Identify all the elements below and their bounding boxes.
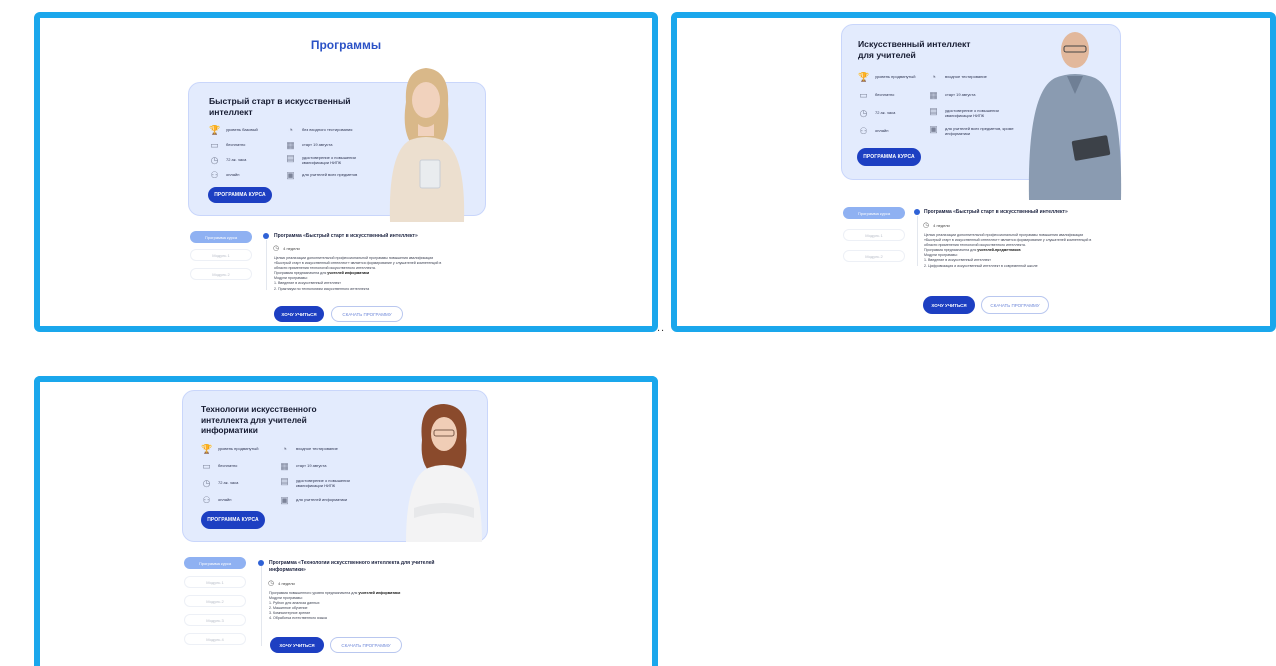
program-description: Целью реализации дополнительной професси… bbox=[924, 233, 1092, 268]
timeline-dot bbox=[258, 560, 264, 566]
program-title: Программа «Быстрый старт в искусственный… bbox=[924, 209, 1068, 215]
timeline-dot bbox=[263, 233, 269, 239]
course-title: Технологии искусственного интеллекта для… bbox=[201, 404, 317, 435]
feature-start: ▦ старт 19 августа bbox=[280, 461, 327, 471]
wallet-icon: ▭ bbox=[202, 461, 211, 471]
timeline-dot bbox=[914, 209, 920, 215]
group-icon: ⚇ bbox=[210, 170, 219, 180]
separator: .. bbox=[657, 322, 666, 334]
tab-program[interactable]: Программа курса bbox=[843, 207, 905, 219]
feature-hours: ◷ 72 ак. часа bbox=[202, 478, 239, 488]
teacher-photo bbox=[389, 68, 465, 222]
certificate-icon: ▤ bbox=[286, 153, 295, 163]
timeline-line bbox=[266, 240, 267, 290]
feature-certificate: ▤ удостоверение о повышении квалификации … bbox=[286, 153, 356, 165]
teacher-photo bbox=[1028, 32, 1122, 200]
trophy-icon: 🏆 bbox=[858, 72, 870, 82]
clock-icon: ◷ bbox=[273, 245, 280, 252]
calendar-icon: ▦ bbox=[929, 90, 938, 100]
program-course-button[interactable]: ПРОГРАММА КУРСА bbox=[208, 187, 272, 203]
tab-module-1[interactable]: Модуль 1 bbox=[184, 576, 246, 588]
program-title: Программа «Быстрый старт в искусственный… bbox=[274, 233, 418, 239]
signal-icon: ◔ bbox=[281, 444, 288, 454]
want-to-study-button[interactable]: ХОЧУ УЧИТЬСЯ bbox=[923, 296, 975, 314]
feature-level: 🏆 уровень продвинутый bbox=[201, 444, 259, 454]
calendar-icon: ▦ bbox=[286, 140, 295, 150]
duration: ◷ 4 недели bbox=[273, 245, 300, 252]
clock-icon: ◷ bbox=[210, 155, 219, 165]
group-icon: ⚇ bbox=[859, 126, 868, 136]
feature-testing: ◔ без входного тестирования bbox=[285, 125, 374, 136]
wallet-icon: ▭ bbox=[210, 140, 219, 150]
signal-icon: ◔ bbox=[930, 72, 937, 82]
feature-start: ▦ старт 19 августа bbox=[286, 140, 333, 150]
screenshot-panel-3: Технологии искусственного интеллекта для… bbox=[34, 376, 658, 666]
timeline-line bbox=[917, 216, 918, 266]
feature-start: ▦ старт 19 августа bbox=[929, 90, 976, 100]
duration: ◷ 4 недели bbox=[923, 222, 950, 229]
course-title: Искусственный интеллект для учителей bbox=[858, 39, 971, 60]
clock-icon: ◷ bbox=[859, 108, 868, 118]
tab-module-1[interactable]: Модуль 1 bbox=[190, 249, 252, 261]
clock-icon: ◷ bbox=[202, 478, 211, 488]
want-to-study-button[interactable]: ХОЧУ УЧИТЬСЯ bbox=[270, 637, 324, 653]
feature-format: ⚇ онлайн bbox=[202, 495, 232, 505]
timeline-line bbox=[261, 566, 262, 646]
feature-audience: ▣ для учителей всех предметов, кроме инфо… bbox=[929, 124, 1014, 136]
group-icon: ⚇ bbox=[202, 495, 211, 505]
wallet-icon: ▭ bbox=[859, 90, 868, 100]
clock-icon: ◷ bbox=[268, 580, 275, 587]
tab-module-2[interactable]: Модуль 2 bbox=[190, 268, 252, 280]
tab-program[interactable]: Программа курса bbox=[190, 231, 252, 243]
screenshot-panel-1: Программы Быстрый старт в искусственный … bbox=[34, 12, 658, 332]
teacher-icon: ▣ bbox=[286, 170, 295, 180]
feature-audience: ▣ для учителей информатики bbox=[280, 495, 348, 505]
tab-module-2[interactable]: Модуль 2 bbox=[843, 250, 905, 262]
trophy-icon: 🏆 bbox=[201, 444, 213, 454]
feature-certificate: ▤ удостоверение о повышении квалификации … bbox=[280, 476, 350, 488]
teacher-icon: ▣ bbox=[929, 124, 938, 134]
program-description: Программа повышенного уровня предназначе… bbox=[269, 591, 401, 621]
want-to-study-button[interactable]: ХОЧУ УЧИТЬСЯ bbox=[274, 306, 324, 322]
clock-icon: ◷ bbox=[923, 222, 930, 229]
feature-audience: ▣ для учителей всех предметов bbox=[286, 170, 358, 180]
feature-testing: ◔ входное тестирование bbox=[279, 444, 368, 455]
page-title: Программы bbox=[310, 38, 382, 52]
feature-testing: ◔ входное тестирование bbox=[928, 72, 1017, 83]
feature-certificate: ▤ удостоверение о повышении квалификации … bbox=[929, 106, 999, 118]
trophy-icon: 🏆 bbox=[209, 125, 221, 135]
download-program-button[interactable]: СКАЧАТЬ ПРОГРАММУ bbox=[331, 306, 403, 322]
program-description: Целью реализации дополнительной професси… bbox=[274, 256, 442, 291]
certificate-icon: ▤ bbox=[929, 106, 938, 116]
program-title: Программа «Технологии искусственного инт… bbox=[269, 560, 435, 573]
download-program-button[interactable]: СКАЧАТЬ ПРОГРАММУ bbox=[330, 637, 402, 653]
download-program-button[interactable]: СКАЧАТЬ ПРОГРАММУ bbox=[981, 296, 1049, 314]
screenshot-panel-2: Искусственный интеллект для учителей 🏆 ур… bbox=[671, 12, 1276, 332]
duration: ◷ 4 недели bbox=[268, 580, 295, 587]
signal-icon: ◔ bbox=[287, 125, 294, 135]
tab-module-3[interactable]: Модуль 3 bbox=[184, 614, 246, 626]
tab-program[interactable]: Программа курса bbox=[184, 557, 246, 569]
course-title: Быстрый старт в искусственный интеллект bbox=[209, 96, 351, 117]
feature-price: ▭ бесплатно bbox=[202, 461, 238, 471]
calendar-icon: ▦ bbox=[280, 461, 289, 471]
tab-module-1[interactable]: Модуль 1 bbox=[843, 229, 905, 241]
teacher-photo bbox=[406, 404, 482, 542]
tab-module-4[interactable]: Модуль 4 bbox=[184, 633, 246, 645]
program-course-button[interactable]: ПРОГРАММА КУРСА bbox=[201, 511, 265, 529]
program-course-button[interactable]: ПРОГРАММА КУРСА bbox=[857, 148, 921, 166]
tab-module-2[interactable]: Модуль 2 bbox=[184, 595, 246, 607]
certificate-icon: ▤ bbox=[280, 476, 289, 486]
teacher-icon: ▣ bbox=[280, 495, 289, 505]
